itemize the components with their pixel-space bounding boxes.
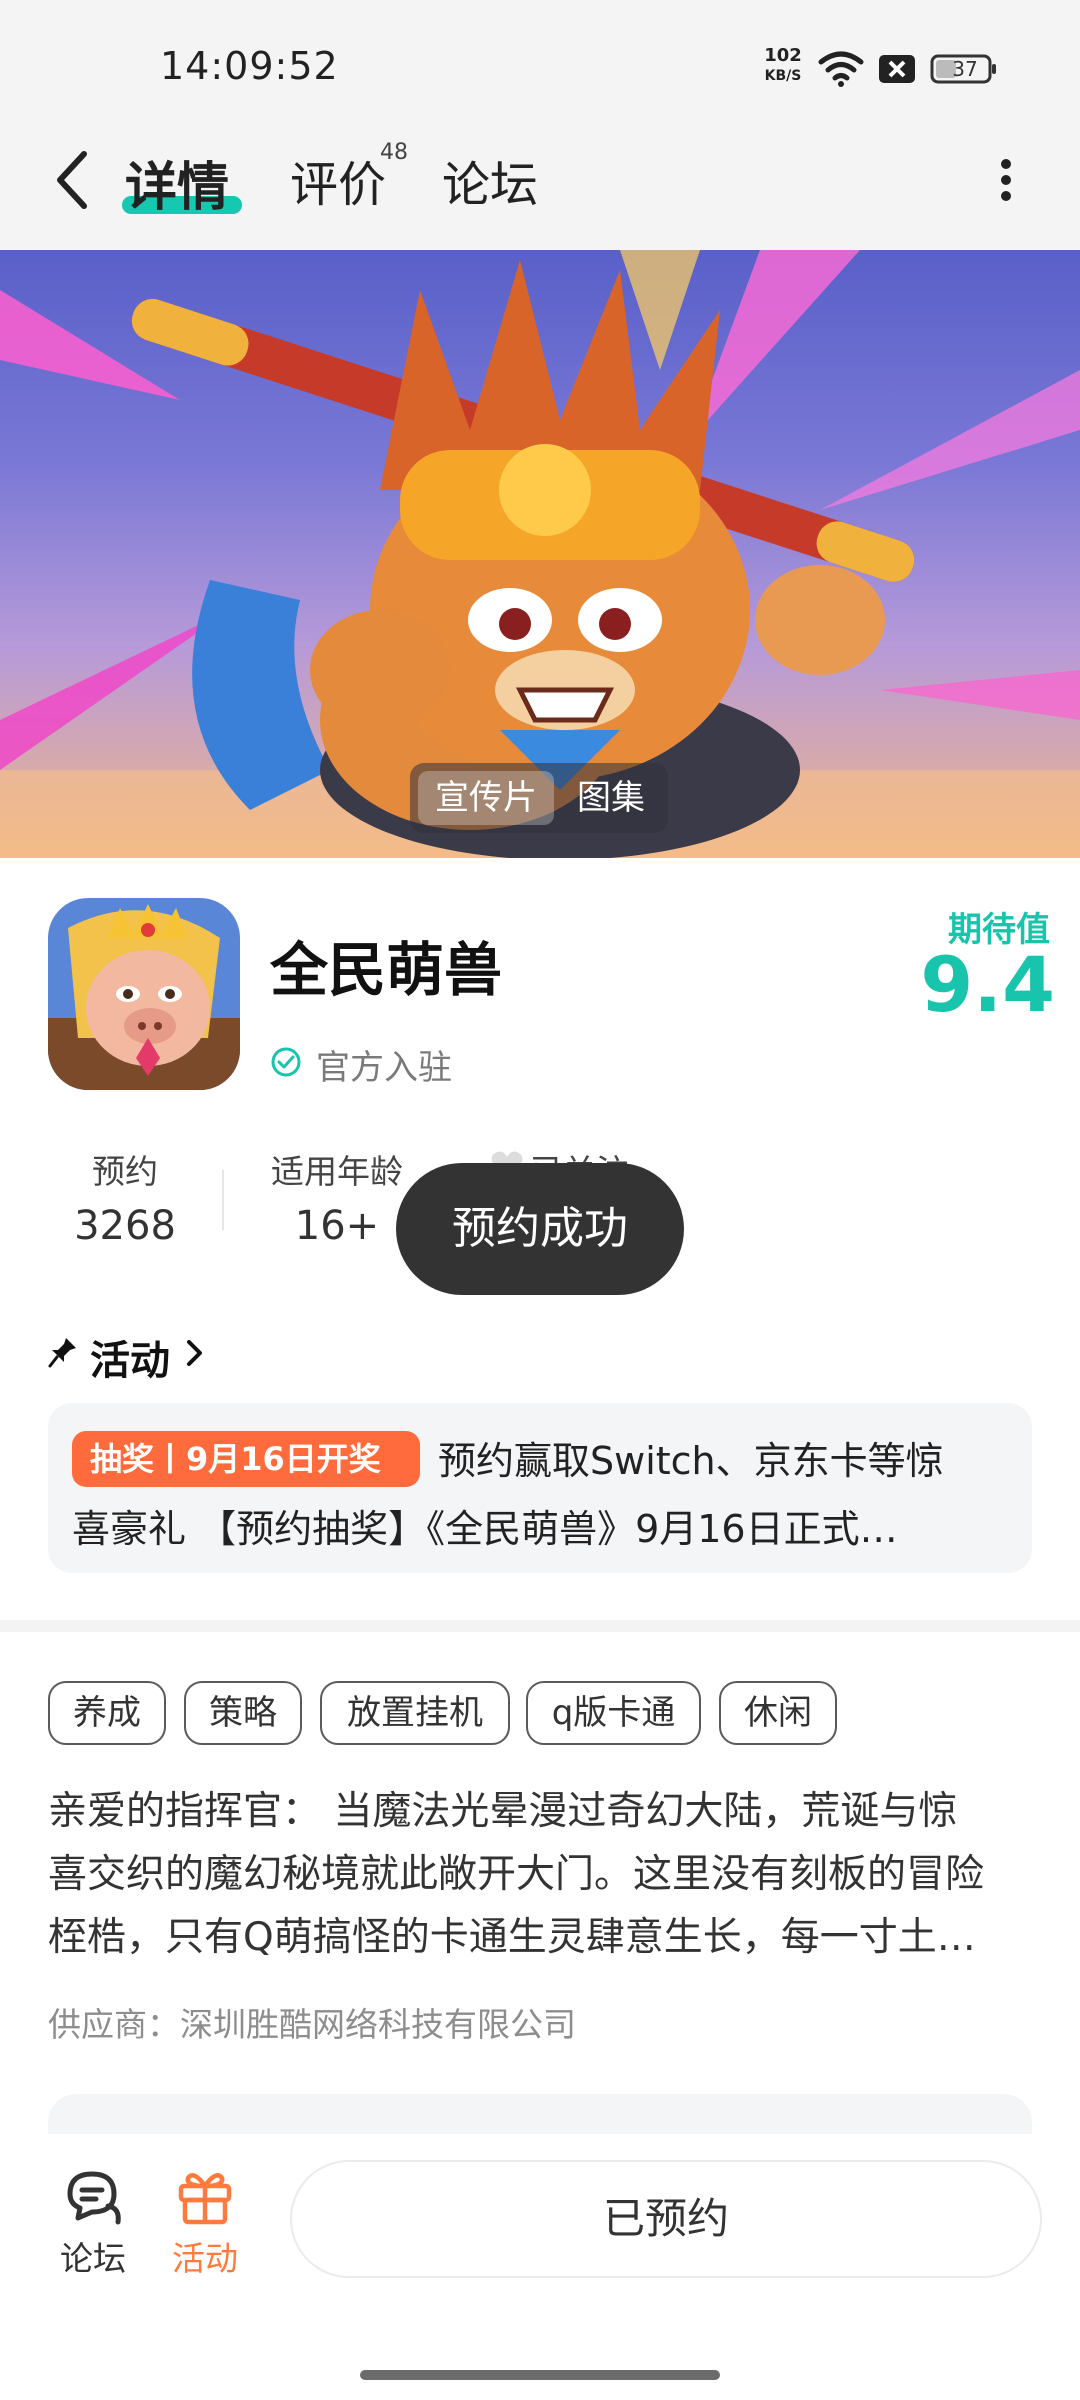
back-icon[interactable]	[48, 148, 96, 212]
tag-item[interactable]: 养成	[48, 1681, 166, 1745]
game-description[interactable]: 亲爱的指挥官： 当魔法光晕漫过奇幻大陆，荒诞与惊 喜交织的魔幻秘境就此敞开大门。…	[48, 1780, 1038, 1969]
description-line: 喜交织的魔幻秘境就此敞开大门。这里没有刻板的冒险	[48, 1852, 985, 1897]
forum-icon[interactable]	[62, 2168, 124, 2226]
verified-icon	[271, 1047, 301, 1077]
tag-item[interactable]: 放置挂机	[320, 1681, 510, 1745]
description-line: 桎梏，只有Q萌搞怪的卡通生灵肆意生长，每一寸土…	[48, 1915, 976, 1960]
media-tab-gallery[interactable]: 图集	[562, 771, 660, 825]
official-verified-label: 官方入驻	[316, 1048, 452, 1088]
description-line: 亲爱的指挥官： 当魔法光晕漫过奇幻大陆，荒诞与惊	[48, 1789, 958, 1834]
home-indicator[interactable]	[360, 2370, 720, 2380]
pin-icon	[48, 1338, 76, 1368]
stat-reservations-label: 预约	[92, 1152, 158, 1191]
network-speed: 102 KB/S	[760, 46, 806, 86]
network-speed-value: 102	[764, 45, 802, 66]
wifi-icon	[818, 51, 864, 87]
status-time: 14:09:52	[160, 44, 339, 88]
battery-level: 37	[952, 57, 978, 81]
app-name: 全民萌兽	[270, 936, 503, 1004]
tag-item[interactable]: q版卡通	[526, 1681, 701, 1745]
gift-icon[interactable]	[176, 2166, 234, 2226]
activity-section-title[interactable]: 活动	[90, 1328, 170, 1386]
stat-age-label: 适用年龄	[271, 1152, 403, 1191]
stat-age-value: 16+	[294, 1203, 380, 1249]
tag-item[interactable]: 策略	[184, 1681, 302, 1745]
tab-forum[interactable]: 论坛	[442, 145, 538, 215]
tab-details[interactable]: 详情	[125, 145, 229, 220]
stat-divider	[222, 1170, 224, 1230]
reservation-success-toast: 预约成功	[396, 1163, 684, 1295]
tag-item[interactable]: 休闲	[719, 1681, 837, 1745]
lottery-badge[interactable]: 抽奖丨9月16日开奖	[72, 1431, 420, 1487]
network-speed-unit: KB/S	[764, 68, 802, 84]
reserved-button[interactable]: 已预约	[290, 2160, 1042, 2278]
section-divider	[0, 1620, 1080, 1632]
media-tab-video[interactable]: 宣传片	[418, 771, 554, 825]
chevron-right-icon[interactable]	[184, 1338, 206, 1368]
reviews-count-badge: 48	[380, 140, 408, 165]
app-icon	[48, 898, 240, 1090]
more-options-icon[interactable]	[996, 150, 1016, 210]
supplier-info: 供应商：深圳胜酷网络科技有限公司	[48, 2005, 576, 2044]
activity-text-line1: 预约赢取Switch、京东卡等惊	[438, 1439, 944, 1483]
activity-text-line2: 喜豪礼 【预约抽奖】《全民萌兽》9月16日正式…	[72, 1507, 898, 1551]
expectation-score: 9.4	[920, 940, 1055, 1029]
no-sim-icon	[879, 55, 915, 83]
stat-reservations-value: 3268	[74, 1203, 176, 1249]
forum-nav-label[interactable]: 论坛	[52, 2232, 134, 2280]
tab-reviews[interactable]: 评价	[290, 145, 386, 215]
activity-nav-label[interactable]: 活动	[164, 2232, 246, 2280]
